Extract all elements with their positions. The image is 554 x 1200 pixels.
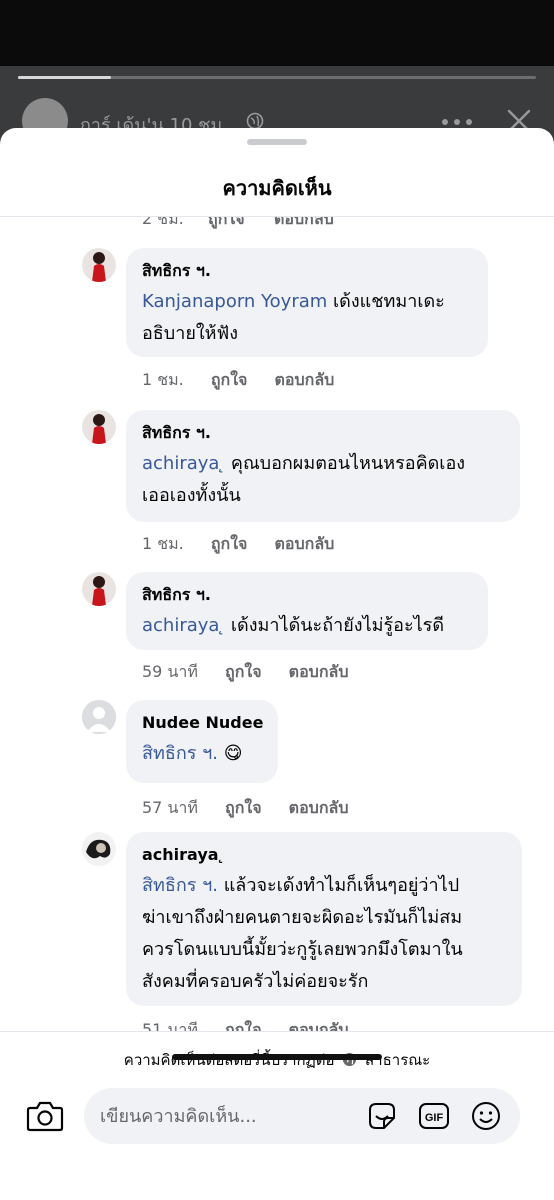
story-background: การ์ เด้น'น 10 ชม. <box>0 0 554 144</box>
comment-time: 1 ชม. <box>142 534 184 553</box>
like-button[interactable]: ถูกใจ <box>225 796 262 821</box>
mention-link[interactable]: สิทธิกร ฯ. <box>142 743 218 764</box>
comment-line: อธิบายให้ฟัง <box>142 323 239 344</box>
gif-icon[interactable]: GIF <box>418 1100 450 1132</box>
comment-text: achiraya ̨ คุณบอกผมตอนไหนหรอคิดเอง เออเอ… <box>142 448 504 512</box>
default-avatar-icon <box>82 700 116 734</box>
emoji-icon[interactable] <box>470 1100 502 1132</box>
comment-bubble[interactable]: สิทธิกร ฯ. Kanjanaporn Yoyram เด้งแชทมาเ… <box>126 248 488 357</box>
home-indicator[interactable] <box>172 1054 382 1060</box>
comment-line: คุณบอกผมตอนไหนหรอคิดเอง <box>230 453 466 474</box>
avatar[interactable] <box>82 248 116 282</box>
comment-input[interactable] <box>100 1102 350 1130</box>
comment-line: เออเองทั้งนั้น <box>142 485 241 506</box>
comment-line: สังคมที่ครอบครัวไม่ค่อยจะรัก <box>142 971 369 992</box>
mention-link[interactable]: Kanjanaporn Yoyram <box>142 291 327 312</box>
comment-text: สิทธิกร ฯ. 😋 <box>142 738 262 770</box>
comment-line: แล้วจะเด้งทำไมก็เห็นๆอยู่ว่าไป <box>223 875 460 896</box>
comment-actions: 57 นาที ถูกใจ ตอบกลับ <box>142 796 370 821</box>
mention-link[interactable]: achiraya ̨ <box>142 615 225 636</box>
comment-actions: 1 ชม. ถูกใจ ตอบกลับ <box>142 532 356 557</box>
reply-button[interactable]: ตอบกลับ <box>289 660 349 685</box>
comment-text: achiraya ̨ เด้งมาได้นะถ้ายังไม่รู้อะไรดี <box>142 610 472 642</box>
camera-icon[interactable] <box>26 1098 64 1132</box>
comment-bubble[interactable]: achiraya ̨ สิทธิกร ฯ. แล้วจะเด้งทำไมก็เห… <box>126 832 522 1006</box>
mention-link[interactable]: achiraya ̨ <box>142 453 225 474</box>
like-button[interactable]: ถูกใจ <box>225 660 262 685</box>
comment-line: ควรโดนแบบนี้มั้ยว่ะกูรู้เลยพวกมึงโตมาใน <box>142 939 463 960</box>
sheet-drag-handle[interactable] <box>247 139 307 145</box>
story-progress-fill <box>18 76 112 79</box>
comment-author[interactable]: Nudee Nudee <box>142 712 263 734</box>
comment-time: 59 นาที <box>142 662 198 681</box>
previous-comment-actions: 2 ชม. ถูกใจ ตอบกลับ <box>0 217 554 228</box>
avatar[interactable] <box>82 700 116 734</box>
like-button[interactable]: ถูกใจ <box>208 217 245 232</box>
avatar[interactable] <box>82 572 116 606</box>
mention-link[interactable]: สิทธิกร ฯ. <box>142 875 218 896</box>
comment-actions: 1 ชม. ถูกใจ ตอบกลับ <box>142 368 356 393</box>
comment-author[interactable]: สิทธิกร ฯ. <box>142 584 472 606</box>
reply-button[interactable]: ตอบกลับ <box>275 368 335 393</box>
comment-actions: 51 นาที ถูกใจ ตอบกลับ <box>142 1018 370 1031</box>
comment-list[interactable]: 2 ชม. ถูกใจ ตอบกลับ สิทธิกร ฯ. Kanjanapo… <box>0 217 554 1031</box>
comment-line: เด้งมาได้นะถ้ายังไม่รู้อะไรดี <box>230 615 445 636</box>
sticker-icon[interactable] <box>366 1100 398 1132</box>
reply-button[interactable]: ตอบกลับ <box>289 1018 349 1031</box>
reply-button[interactable]: ตอบกลับ <box>289 796 349 821</box>
comment-author[interactable]: สิทธิกร ฯ. <box>142 260 472 282</box>
comment-text: Kanjanaporn Yoyram เด้งแชทมาเดะ อธิบายให… <box>142 286 472 350</box>
audience-notice: ความคิดเห็นต่อสตอรี่นี้ปรากฏต่อ สาธารณะ <box>0 1048 554 1072</box>
emoji-yum: 😋 <box>223 743 243 764</box>
comment-author[interactable]: สิทธิกร ฯ. <box>142 422 504 444</box>
comment-bubble[interactable]: สิทธิกร ฯ. achiraya ̨ เด้งมาได้นะถ้ายังไ… <box>126 572 488 650</box>
comment-text: สิทธิกร ฯ. แล้วจะเด้งทำไมก็เห็นๆอยู่ว่าไ… <box>142 870 506 998</box>
story-progress-bar <box>18 76 536 79</box>
reply-button[interactable]: ตอบกลับ <box>275 532 335 557</box>
comments-sheet: ความคิดเห็น 2 ชม. ถูกใจ ตอบกลับ สิทธิกร … <box>0 128 554 1200</box>
comment-author[interactable]: achiraya ̨ <box>142 844 506 866</box>
like-button[interactable]: ถูกใจ <box>211 368 248 393</box>
comment-actions: 59 นาที ถูกใจ ตอบกลับ <box>142 660 370 685</box>
comment-time: 57 นาที <box>142 798 198 817</box>
avatar[interactable] <box>82 410 116 444</box>
like-button[interactable]: ถูกใจ <box>225 1018 262 1031</box>
comment-bubble[interactable]: สิทธิกร ฯ. achiraya ̨ คุณบอกผมตอนไหนหรอค… <box>126 410 520 522</box>
comment-line: ฆ่าเขาถึงฝ่ายคนตายจะผิดอะไรมันก็ไม่สม <box>142 907 463 928</box>
reply-button[interactable]: ตอบกลับ <box>274 217 334 232</box>
comment-time: 1 ชม. <box>142 370 184 389</box>
comment-input-box[interactable]: GIF <box>84 1088 520 1144</box>
comment-time: 2 ชม. <box>142 217 184 228</box>
gif-label: GIF <box>425 1112 444 1124</box>
sheet-title: ความคิดเห็น <box>222 176 332 200</box>
avatar[interactable] <box>82 832 116 866</box>
like-button[interactable]: ถูกใจ <box>211 532 248 557</box>
comment-line: เด้งแชทมาเดะ <box>333 291 445 312</box>
comment-bubble[interactable]: Nudee Nudee สิทธิกร ฯ. 😋 <box>126 700 278 783</box>
comment-time: 51 นาที <box>142 1020 198 1031</box>
